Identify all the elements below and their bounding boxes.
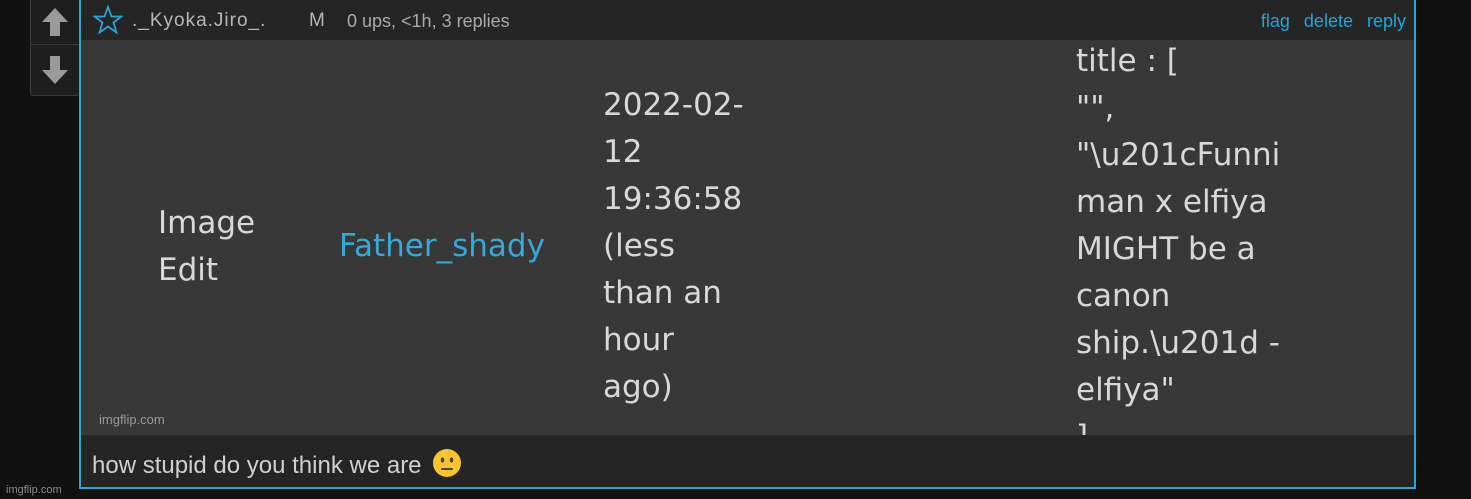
reply-link[interactable]: reply [1367, 11, 1406, 31]
image-date-cell: 2022-02- 12 19:36:58 (less than an hour … [603, 87, 744, 405]
flag-link[interactable]: flag [1261, 11, 1290, 31]
comment-body: how stupid do you think we are [92, 452, 422, 479]
arrow-down-icon [42, 56, 68, 84]
comment-meta: 0 ups, <1h, 3 replies [347, 11, 510, 31]
comment-text: how stupid do you think we are [92, 448, 462, 480]
image-type-cell: Image Edit [158, 205, 256, 288]
arrow-up-icon [42, 8, 68, 36]
site-watermark: imgflip.com [6, 484, 62, 496]
upvote-button[interactable] [31, 0, 79, 45]
comment-actions: flag delete reply [1252, 11, 1406, 32]
username-link[interactable]: ._Kyoka.Jiro_. [132, 10, 266, 32]
embedded-screenshot[interactable]: Image Edit Father_shady 2022-02- 12 19:3… [81, 40, 1414, 435]
delete-link[interactable]: delete [1304, 11, 1353, 31]
image-title-cell: title : [ "", "\u201cFunni man x elfiya … [1076, 43, 1281, 435]
mod-badge: M [309, 10, 325, 31]
comment-container: ._Kyoka.Jiro_. M 0 ups, <1h, 3 replies f… [79, 0, 1416, 489]
vote-column [30, 0, 80, 96]
image-user-cell: Father_shady [339, 228, 545, 264]
star-outline-icon [93, 5, 123, 35]
comment-header: ._Kyoka.Jiro_. M 0 ups, <1h, 3 replies f… [81, 0, 1414, 40]
downvote-button[interactable] [31, 48, 79, 92]
image-watermark: imgflip.com [99, 412, 165, 427]
neutral-face-icon [433, 449, 462, 477]
